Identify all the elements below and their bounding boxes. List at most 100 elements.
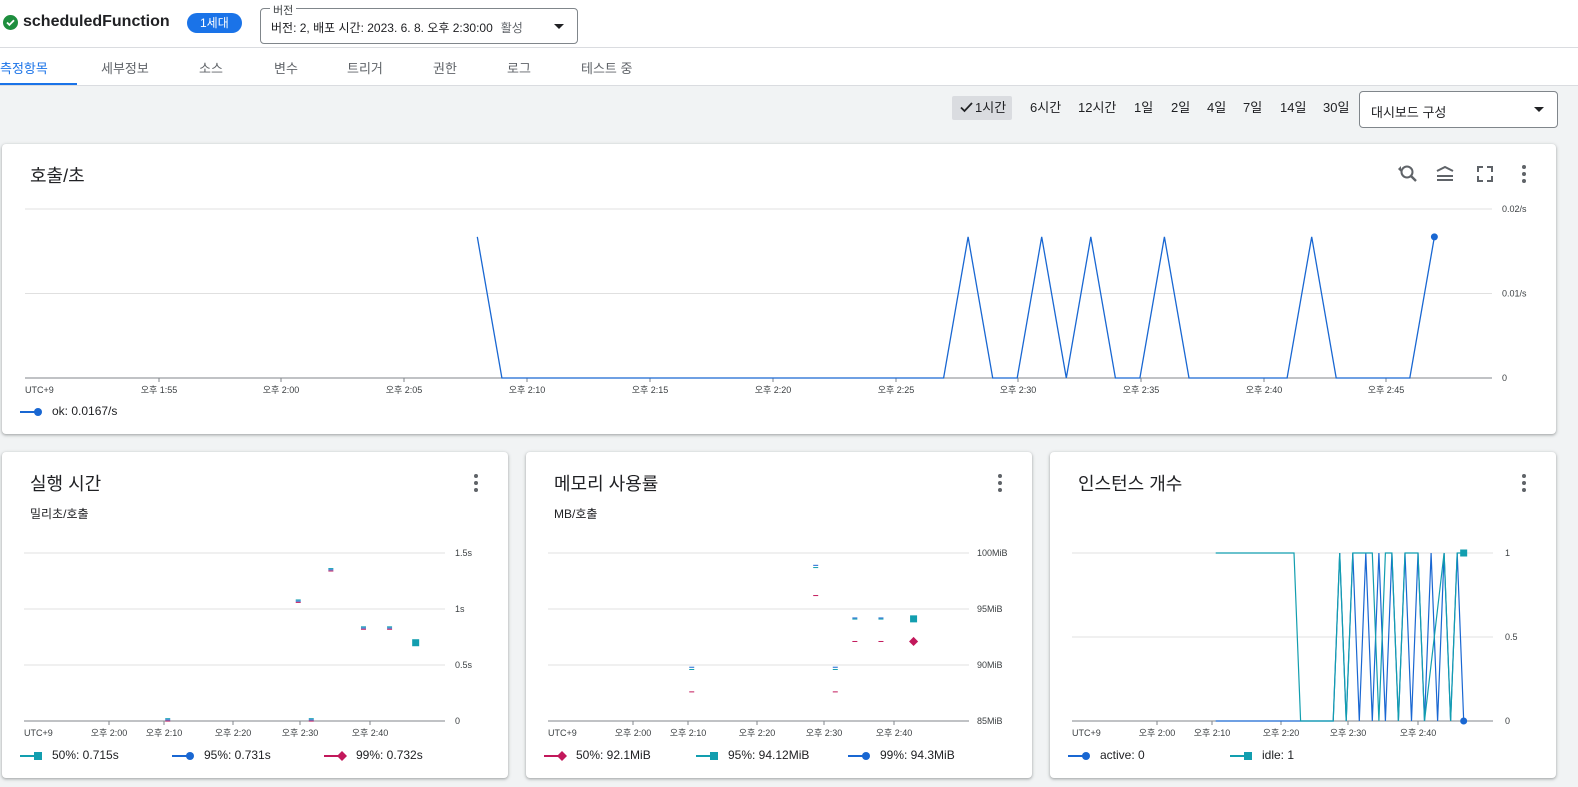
dashboard-config-select[interactable]: 대시보드 구성 (1359, 91, 1558, 128)
legend-95-marker (696, 751, 718, 760)
legend-idle-text: idle: 1 (1262, 748, 1295, 762)
range-1d-button[interactable]: 1일 (1130, 96, 1157, 120)
time-range-bar: 1시간 6시간 12시간 1일 2일 4일 7일 14일 30일 대시보드 구성 (0, 86, 1578, 138)
legend-50: 50%: 92.1MiB (544, 748, 651, 762)
legend-99-marker (848, 751, 870, 760)
legend-idle: idle: 1 (1230, 748, 1294, 762)
tab-metrics[interactable]: 측정항목 (0, 58, 48, 77)
x-tick-label: UTC+9 (24, 728, 53, 738)
version-value-text: 버전: 2, 배포 시간: 2023. 6. 8. 오후 2:30:00 (271, 21, 493, 35)
legend-active-text: active: 0 (1100, 748, 1145, 762)
execution-time-card: 실행 시간 밀리초/호출 1.5s 1s 0.5s 0 UTC+9 오후 2:00 오후 2… (2, 452, 508, 778)
tab-variables[interactable]: 변수 (274, 58, 298, 77)
legend-95: 95%: 0.731s (172, 748, 271, 762)
series-idle-last-point (1460, 549, 1468, 557)
x-tick-label: UTC+9 (1072, 728, 1101, 738)
series-95-last-point (910, 615, 918, 623)
legend-active: active: 0 (1068, 748, 1145, 762)
x-tick-label: 오후 2:40 (1246, 385, 1283, 395)
version-legend: 버전 (270, 2, 297, 18)
legend-99: 99%: 0.732s (324, 748, 423, 762)
check-icon (960, 102, 973, 113)
dashboard-config-label: 대시보드 구성 (1371, 105, 1447, 120)
y-tick-label: 0.5s (455, 660, 473, 670)
tab-triggers[interactable]: 트리거 (347, 58, 383, 77)
legend-99: 99%: 94.3MiB (848, 748, 955, 762)
legend-50-text: 50%: 0.715s (52, 748, 119, 762)
y-tick-label: 1.5s (455, 548, 473, 558)
x-tick-label: 오후 2:10 (670, 728, 707, 738)
generation-badge: 1세대 (187, 13, 242, 33)
x-tick-label: 오후 2:40 (1400, 728, 1437, 738)
tab-testing[interactable]: 테스트 중 (581, 58, 632, 77)
x-tick-label: 오후 2:40 (876, 728, 913, 738)
x-tick-label: 오후 2:10 (1194, 728, 1231, 738)
memory-usage-card: 메모리 사용률 MB/호출 100MiB 95MiB 90MiB 85MiB UTC+9… (526, 452, 1032, 778)
active-tab-indicator (0, 83, 77, 85)
x-tick-label: 오후 2:20 (739, 728, 776, 738)
range-2d-button[interactable]: 2일 (1167, 96, 1194, 120)
x-tick-label: 오후 2:30 (806, 728, 843, 738)
x-tick-label: 오후 2:00 (263, 385, 300, 395)
top-bar: scheduledFunction 1세대 버전 버전: 2, 배포 시간: 2… (0, 0, 1578, 48)
range-4d-button[interactable]: 4일 (1203, 96, 1230, 120)
y-tick-label: 90MiB (977, 660, 1003, 670)
y-tick-label: 1 (1505, 548, 1510, 558)
x-tick-label: 오후 2:00 (615, 728, 652, 738)
range-14d-button[interactable]: 14일 (1276, 96, 1310, 120)
range-7d-button[interactable]: 7일 (1239, 96, 1266, 120)
x-tick-label: 오후 2:30 (1000, 385, 1037, 395)
y-tick-label: 0 (1505, 716, 1510, 726)
tab-details[interactable]: 세부정보 (101, 58, 149, 77)
range-12h-button[interactable]: 12시간 (1074, 96, 1120, 120)
x-tick-label: 오후 2:15 (632, 385, 669, 395)
legend-95: 95%: 94.12MiB (696, 748, 809, 762)
y-tick-label: 100MiB (977, 548, 1008, 558)
y-tick-label: 1s (455, 604, 465, 614)
range-1h-label: 1시간 (975, 100, 1007, 115)
version-select[interactable]: 버전 버전: 2, 배포 시간: 2023. 6. 8. 오후 2:30:00 활… (260, 2, 578, 44)
legend-99-text: 99%: 0.732s (356, 748, 423, 762)
invocations-chart: 0.02/s 0.01/s 0 UTC+9 오후 1:55 오후 2:00 오후 2:05 오… (25, 204, 1527, 395)
x-tick-label: 오후 2:20 (755, 385, 792, 395)
tab-logs[interactable]: 로그 (507, 58, 531, 77)
x-tick-label: 오후 2:00 (1139, 728, 1176, 738)
x-tick-label: UTC+9 (25, 385, 54, 395)
range-6h-button[interactable]: 6시간 (1026, 96, 1065, 120)
x-tick-label: 오후 2:25 (878, 385, 915, 395)
chevron-down-icon (1534, 107, 1544, 112)
x-tick-label: 오후 2:40 (352, 728, 389, 738)
y-tick-label: 0.01/s (1502, 289, 1527, 299)
series-ok-end-point (1430, 233, 1438, 241)
range-1h-button[interactable]: 1시간 (952, 96, 1013, 120)
instance-count-card: 인스턴스 개수 1 0.5 0 UTC+9 오후 2:00 오후 2:10 오후 2:20 오… (1050, 452, 1556, 778)
instance-count-chart: 1 0.5 0 UTC+9 오후 2:00 오후 2:10 오후 2:20 오후 2:30 오후… (1072, 548, 1518, 738)
legend-ok-text: ok: 0.0167/s (52, 404, 118, 418)
check-circle-icon (3, 15, 18, 30)
series-active-last-point (1460, 717, 1468, 725)
memory-usage-chart: 100MiB 95MiB 90MiB 85MiB UTC+9 오후 2:00 오후 2:10… (548, 548, 1008, 738)
y-tick-label: 85MiB (977, 716, 1003, 726)
tab-permissions[interactable]: 권한 (433, 58, 457, 77)
x-tick-label: 오후 2:10 (146, 728, 183, 738)
legend-95-marker (172, 751, 194, 760)
x-tick-label: 오후 2:05 (386, 385, 423, 395)
execution-time-chart: 1.5s 1s 0.5s 0 UTC+9 오후 2:00 오후 2:10 오후 2:20 오후 … (24, 548, 473, 738)
tab-bar: 측정항목 세부정보 소스 변수 트리거 권한 로그 테스트 중 (0, 48, 1578, 86)
range-30d-button[interactable]: 30일 (1319, 96, 1353, 120)
x-tick-label: 오후 2:20 (215, 728, 252, 738)
version-status: 활성 (500, 21, 523, 35)
chevron-down-icon (554, 24, 564, 29)
tab-source[interactable]: 소스 (199, 58, 223, 77)
y-tick-label: 0.5 (1505, 632, 1518, 642)
y-tick-label: 0 (1502, 373, 1507, 383)
y-tick-label: 95MiB (977, 604, 1003, 614)
x-tick-label: 오후 2:35 (1123, 385, 1160, 395)
x-tick-label: 오후 1:55 (141, 385, 178, 395)
legend-50-marker (20, 751, 42, 760)
legend-50: 50%: 0.715s (20, 748, 119, 762)
x-tick-label: 오후 2:30 (282, 728, 319, 738)
x-tick-label: UTC+9 (548, 728, 577, 738)
legend-active-marker (1068, 751, 1090, 760)
x-tick-label: 오후 2:45 (1368, 385, 1405, 395)
